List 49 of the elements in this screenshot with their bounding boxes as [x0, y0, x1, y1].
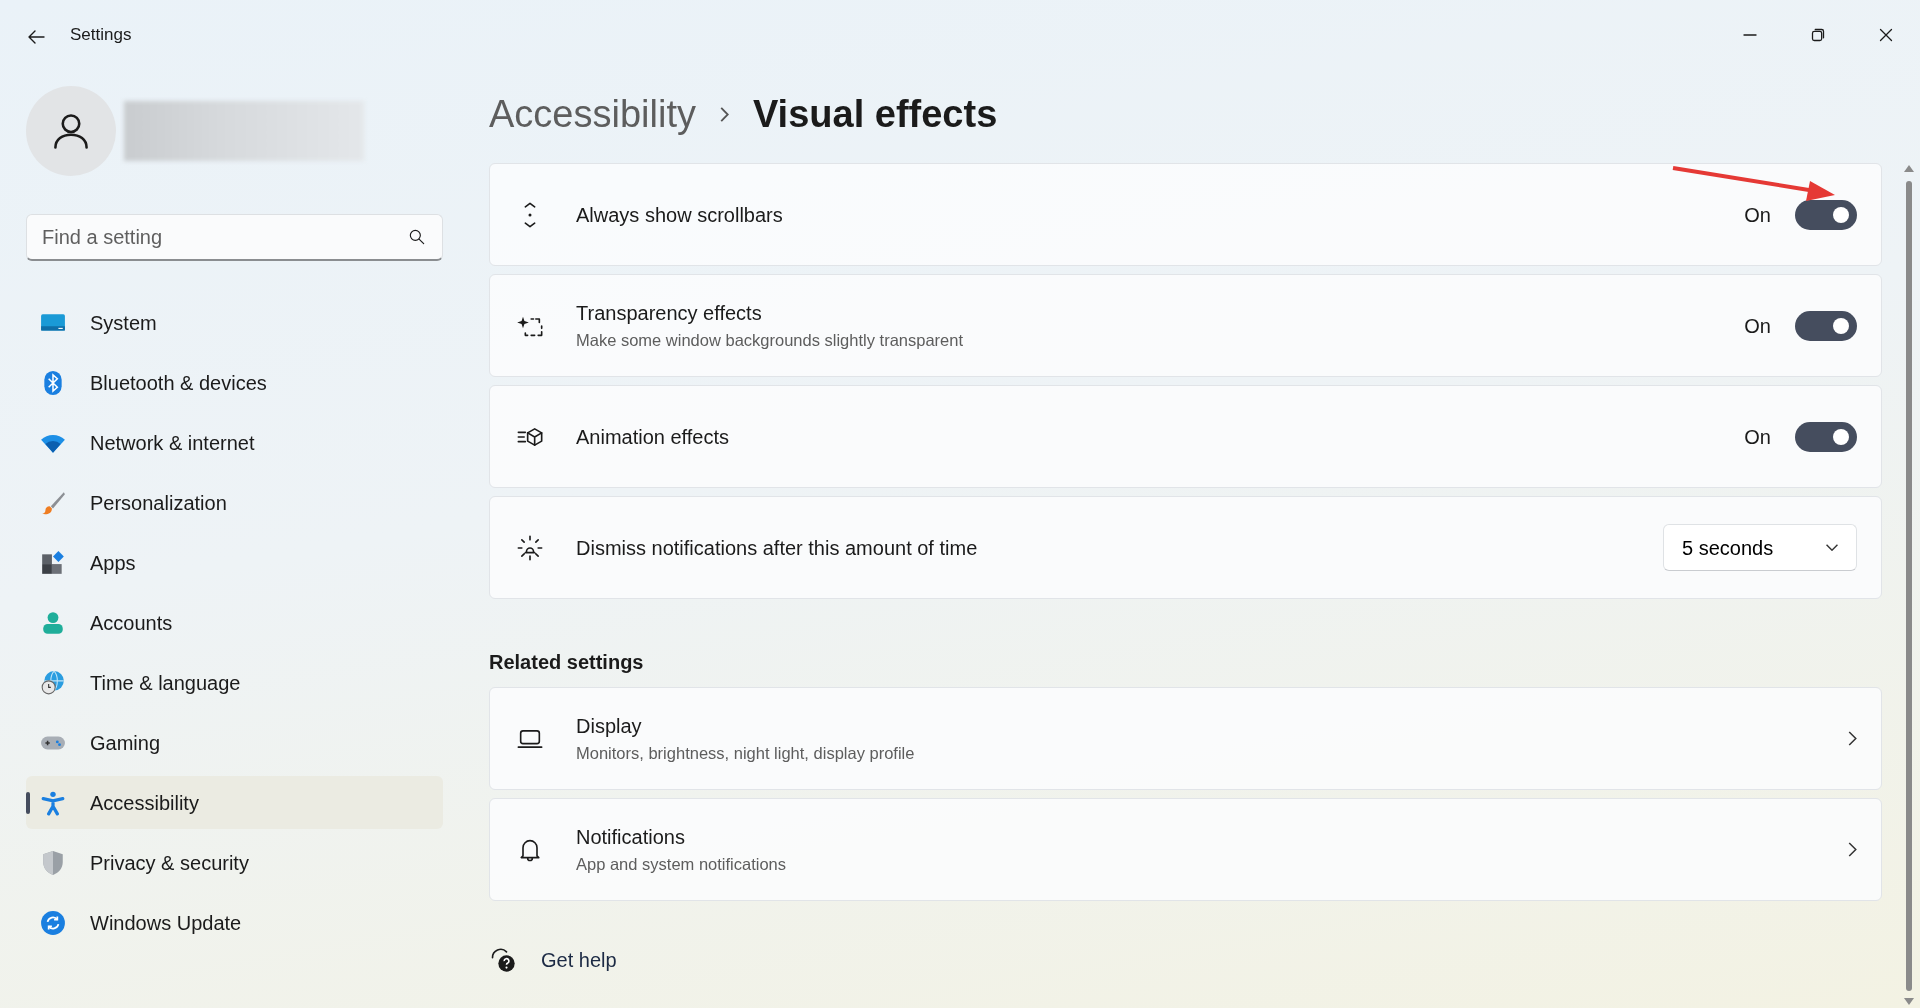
toggle-switch[interactable] [1795, 421, 1857, 452]
setting-description: Monitors, brightness, night light, display profile [576, 743, 916, 765]
sidebar-item[interactable]: System [26, 296, 443, 349]
setting-title: Transparency effects [576, 301, 763, 327]
chevron-icon [1848, 731, 1857, 746]
setting-title: Dismiss notifications after this amount of time [576, 535, 979, 561]
person-icon [40, 609, 66, 636]
sidebar-item[interactable]: Privacy & security [26, 836, 443, 889]
chevron-icon [1848, 842, 1857, 857]
sidebar-item[interactable]: Accessibility [26, 776, 443, 829]
sidebar-item[interactable]: Accounts [26, 596, 443, 649]
sidebar-item[interactable]: Apps [26, 536, 443, 589]
accessibility-icon [40, 789, 66, 816]
setting-description: App and system notifications [576, 854, 788, 876]
toggle-switch[interactable] [1795, 310, 1857, 341]
help-link[interactable]: Get help [541, 945, 617, 975]
shield-icon [40, 849, 66, 876]
sidebar-item[interactable]: Personalization [26, 476, 443, 529]
search-field[interactable]: Find a setting [26, 214, 443, 261]
globe-clock-icon [40, 669, 66, 696]
bell-rays-icon [516, 533, 544, 562]
sidebar-item[interactable]: Gaming [26, 716, 443, 769]
settings-link-card[interactable]: Notifications App and system notifications [489, 798, 1882, 901]
toggle-state: On [1744, 424, 1771, 450]
sync-icon [40, 909, 66, 936]
dropdown[interactable]: 5 seconds [1663, 524, 1857, 571]
page-title: Visual effects [752, 92, 998, 137]
sidebar-item[interactable]: Bluetooth & devices [26, 356, 443, 409]
apps-icon [40, 549, 66, 576]
sidebar-item[interactable]: Windows Update [26, 896, 443, 949]
chevron-icon [719, 107, 729, 122]
setting-description: Make some window backgrounds slightly transparent [576, 330, 965, 352]
window-title: Settings [70, 24, 132, 47]
toggle-state: On [1744, 313, 1771, 339]
settings-link-card[interactable]: Display Monitors, brightness, night light, display profile [489, 687, 1882, 790]
toggle-switch[interactable] [1795, 199, 1857, 230]
section-heading: Related settings [489, 650, 645, 675]
caret-icon [1826, 544, 1838, 551]
toggle-state: On [1744, 202, 1771, 228]
minimize-icon [1742, 34, 1758, 36]
sidebar-item[interactable]: Time & language [26, 656, 443, 709]
setting-title: Display [576, 714, 643, 740]
setting-title: Animation effects [576, 424, 731, 450]
breadcrumb-link[interactable]: Accessibility [489, 86, 696, 143]
setting-title: Notifications [576, 825, 686, 851]
sidebar-item[interactable]: Network & internet [26, 416, 443, 469]
setting-title: Always show scrollbars [576, 202, 784, 228]
search-icon [407, 227, 427, 247]
help-chat-icon [489, 946, 517, 974]
